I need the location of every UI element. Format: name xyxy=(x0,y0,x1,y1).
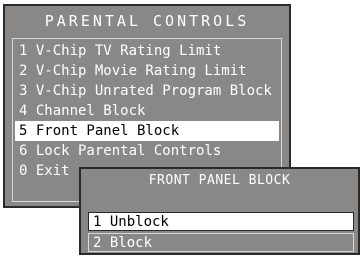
screen: PARENTAL CONTROLS 1 V-Chip TV Rating Lim… xyxy=(0,0,363,258)
front-panel-block-submenu: FRONT PANEL BLOCK 1 Unblock 2 Block xyxy=(79,167,360,255)
submenu-item-block[interactable]: 2 Block xyxy=(88,233,354,252)
menu-title: PARENTAL CONTROLS xyxy=(44,12,250,30)
menu-item-vchip-tv-rating-limit[interactable]: 1 V-Chip TV Rating Limit xyxy=(15,41,279,61)
submenu-item-unblock[interactable]: 1 Unblock xyxy=(88,212,354,231)
menu-item-lock-parental-controls[interactable]: 6 Lock Parental Controls xyxy=(15,141,279,161)
menu-item-front-panel-block[interactable]: 5 Front Panel Block xyxy=(15,121,279,141)
menu-item-channel-block[interactable]: 4 Channel Block xyxy=(15,101,279,121)
menu-item-vchip-unrated-program-block[interactable]: 3 V-Chip Unrated Program Block xyxy=(15,81,279,101)
submenu-title: FRONT PANEL BLOCK xyxy=(148,173,291,188)
menu-item-vchip-movie-rating-limit[interactable]: 2 V-Chip Movie Rating Limit xyxy=(15,61,279,81)
